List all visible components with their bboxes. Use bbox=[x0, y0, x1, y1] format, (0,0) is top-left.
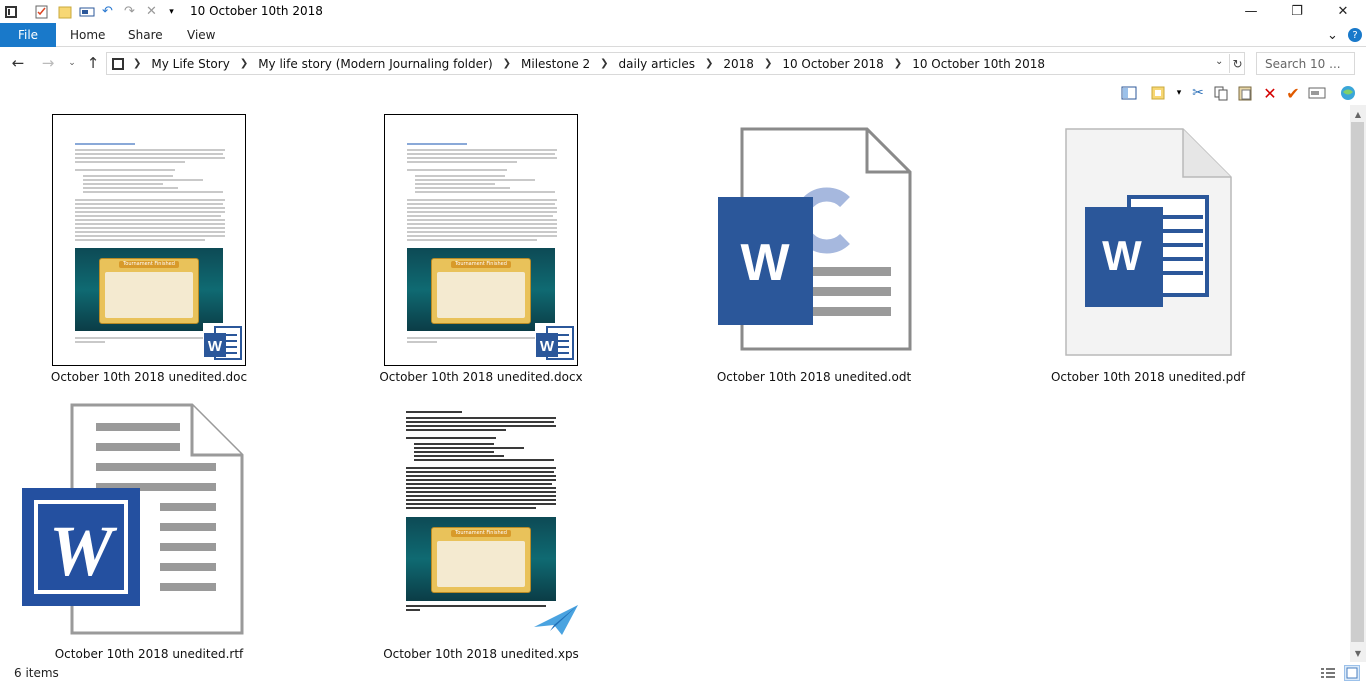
maximize-button[interactable]: ❐ bbox=[1274, 0, 1320, 23]
doc-page-thumbnail: Tournament Finished W bbox=[52, 114, 246, 366]
xps-page-thumbnail: Tournament Finished bbox=[402, 409, 562, 627]
expand-ribbon-icon[interactable]: ⌄ bbox=[1327, 23, 1338, 47]
checkmark-icon[interactable]: ✔ bbox=[1284, 84, 1302, 103]
delete-red-icon[interactable]: ✕ bbox=[1261, 84, 1279, 103]
game-screenshot-image: Tournament Finished bbox=[407, 248, 555, 331]
word-pdf-icon: W bbox=[1065, 128, 1232, 356]
recent-locations-button[interactable]: ⌄ bbox=[62, 53, 82, 73]
game-banner-text: Tournament Finished bbox=[451, 261, 511, 268]
folder-film-icon bbox=[112, 57, 124, 70]
item-count: 6 items bbox=[14, 666, 59, 680]
close-button[interactable]: ✕ bbox=[1320, 0, 1366, 23]
properties-icon[interactable] bbox=[33, 3, 50, 20]
breadcrumb-item[interactable]: My Life Story bbox=[147, 57, 233, 71]
file-item-xps[interactable]: Tournament Finished October 10th 2018 un… bbox=[356, 395, 606, 665]
game-screenshot-image: Tournament Finished bbox=[75, 248, 223, 331]
svg-text:W: W bbox=[540, 338, 555, 355]
svg-text:W: W bbox=[740, 234, 790, 292]
file-name: October 10th 2018 unedited.pdf bbox=[1050, 370, 1246, 384]
refresh-icon[interactable]: ↻ bbox=[1229, 54, 1245, 73]
address-dropdown-icon[interactable]: ⌄ bbox=[1215, 56, 1223, 67]
file-name: October 10th 2018 unedited.xps bbox=[383, 647, 579, 661]
breadcrumb-item[interactable]: 10 October 2018 bbox=[778, 57, 887, 71]
new-item-icon[interactable] bbox=[1149, 84, 1167, 102]
details-view-icon[interactable] bbox=[1320, 665, 1336, 681]
preview-pane-icon[interactable] bbox=[1120, 84, 1138, 102]
docx-page-thumbnail: Tournament Finished W bbox=[384, 114, 578, 366]
address-row: ← → ⌄ ↑ ❯ My Life Story ❯ My life story … bbox=[0, 47, 1366, 80]
breadcrumb: ❯ My Life Story ❯ My life story (Modern … bbox=[111, 53, 1049, 74]
minimize-button[interactable]: — bbox=[1228, 0, 1274, 23]
breadcrumb-item[interactable]: Milestone 2 bbox=[517, 57, 594, 71]
file-name: October 10th 2018 unedited.docx bbox=[379, 370, 583, 384]
breadcrumb-separator-icon[interactable]: ❯ bbox=[234, 58, 254, 69]
address-bar[interactable]: ❯ My Life Story ❯ My life story (Modern … bbox=[106, 52, 1245, 75]
delete-icon[interactable]: ✕ bbox=[143, 3, 160, 20]
word-odt-icon: W bbox=[718, 127, 912, 351]
new-item-dropdown-icon[interactable]: ▾ bbox=[1170, 84, 1188, 102]
file-name: October 10th 2018 unedited.doc bbox=[50, 370, 248, 384]
search-input[interactable]: Search 10 ... bbox=[1265, 57, 1341, 71]
help-button[interactable]: ? bbox=[1348, 23, 1362, 47]
title-bar: ↶ ↷ ✕ ▾ 10 October 10th 2018 — ❐ ✕ bbox=[0, 0, 1366, 23]
search-box[interactable]: Search 10 ... bbox=[1256, 52, 1355, 75]
svg-text:W: W bbox=[208, 338, 223, 355]
file-name: October 10th 2018 unedited.odt bbox=[716, 370, 912, 384]
file-item-odt[interactable]: W October 10th 2018 unedited.odt bbox=[689, 113, 939, 384]
tab-share[interactable]: Share bbox=[128, 23, 163, 47]
file-item-doc[interactable]: Tournament Finished W October 10th 2018 … bbox=[24, 113, 274, 384]
rename-icon[interactable] bbox=[78, 3, 95, 20]
breadcrumb-separator-icon[interactable]: ❯ bbox=[758, 58, 778, 69]
rename-toolbar-icon[interactable] bbox=[1308, 84, 1326, 102]
explorer-window: ↶ ↷ ✕ ▾ 10 October 10th 2018 — ❐ ✕ File … bbox=[0, 0, 1366, 684]
forward-button[interactable]: → bbox=[38, 53, 58, 73]
breadcrumb-separator-icon[interactable]: ❯ bbox=[594, 58, 614, 69]
svg-text:W: W bbox=[49, 511, 118, 591]
ribbon-tabs: File Home Share View ⌄ ? bbox=[0, 23, 1366, 47]
status-bar: 6 items bbox=[0, 662, 1366, 684]
xps-paper-plane-icon bbox=[534, 605, 578, 635]
breadcrumb-item[interactable]: 10 October 10th 2018 bbox=[908, 57, 1049, 71]
game-banner-text: Tournament Finished bbox=[119, 261, 179, 268]
redo-icon[interactable]: ↷ bbox=[121, 3, 138, 20]
tab-file[interactable]: File bbox=[0, 23, 56, 47]
word-badge-icon: W bbox=[535, 323, 575, 363]
paste-icon[interactable] bbox=[1236, 84, 1254, 102]
breadcrumb-item[interactable]: 2018 bbox=[719, 57, 758, 71]
undo-icon[interactable]: ↶ bbox=[99, 3, 116, 20]
globe-icon[interactable] bbox=[1339, 84, 1357, 102]
command-toolbar: ▾ ✂ ✕ ✔ bbox=[0, 80, 1366, 105]
file-name: October 10th 2018 unedited.rtf bbox=[54, 647, 244, 661]
copy-icon[interactable] bbox=[1212, 84, 1230, 102]
word-rtf-icon: W bbox=[22, 403, 244, 635]
breadcrumb-separator-icon[interactable]: ❯ bbox=[497, 58, 517, 69]
window-menu-icon[interactable] bbox=[2, 3, 19, 20]
breadcrumb-separator-icon[interactable]: ❯ bbox=[699, 58, 719, 69]
tab-home[interactable]: Home bbox=[70, 23, 105, 47]
file-item-rtf[interactable]: W October 10th 2018 unedited.rtf bbox=[22, 395, 274, 665]
file-list: Tournament Finished W October 10th 2018 … bbox=[0, 105, 1350, 662]
breadcrumb-separator-icon[interactable]: ❯ bbox=[888, 58, 908, 69]
customize-toolbar-icon[interactable]: ▾ bbox=[163, 3, 180, 20]
svg-text:W: W bbox=[1102, 232, 1142, 279]
file-item-pdf[interactable]: W October 10th 2018 unedited.pdf bbox=[1023, 113, 1273, 384]
cut-icon[interactable]: ✂ bbox=[1189, 84, 1207, 102]
scrollbar-thumb[interactable] bbox=[1351, 122, 1364, 642]
game-screenshot-image: Tournament Finished bbox=[406, 517, 556, 601]
scroll-up-arrow-icon[interactable]: ▲ bbox=[1350, 106, 1366, 122]
tab-view[interactable]: View bbox=[187, 23, 215, 47]
breadcrumb-item[interactable]: daily articles bbox=[615, 57, 699, 71]
game-banner-text: Tournament Finished bbox=[451, 530, 511, 537]
breadcrumb-separator-icon: ❯ bbox=[133, 58, 142, 69]
help-icon: ? bbox=[1348, 28, 1362, 42]
window-title: 10 October 10th 2018 bbox=[190, 4, 323, 18]
large-icons-view-icon[interactable] bbox=[1344, 665, 1360, 681]
breadcrumb-item[interactable]: My life story (Modern Journaling folder) bbox=[254, 57, 496, 71]
up-button[interactable]: ↑ bbox=[83, 53, 103, 73]
back-button[interactable]: ← bbox=[8, 53, 28, 73]
file-item-docx[interactable]: Tournament Finished W October 10th 2018 … bbox=[356, 113, 606, 384]
new-folder-icon[interactable] bbox=[56, 3, 73, 20]
scroll-down-arrow-icon[interactable]: ▼ bbox=[1350, 645, 1366, 661]
word-badge-icon: W bbox=[203, 323, 243, 363]
